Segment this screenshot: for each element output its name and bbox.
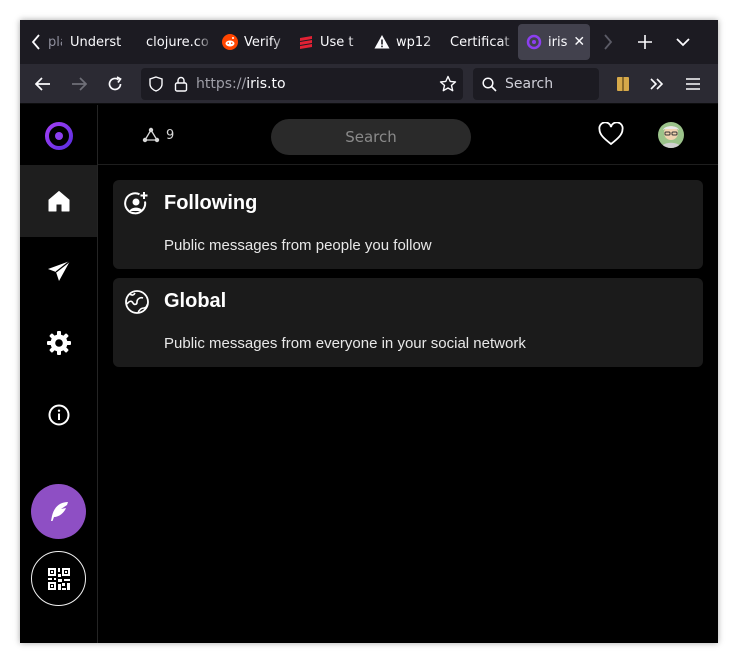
user-plus-circle-icon (124, 191, 150, 217)
overflow-menu-button[interactable] (644, 72, 670, 96)
settings-icon (46, 331, 71, 355)
url-host: iris.to (246, 76, 286, 92)
tab-3[interactable]: Verify (214, 24, 290, 60)
new-post-button[interactable] (31, 484, 86, 539)
tab-4[interactable]: Use t (290, 24, 366, 60)
app-search-placeholder: Search (345, 128, 397, 146)
tab-0[interactable]: pla (48, 24, 62, 60)
navigation-toolbar: https://iris.to Search (20, 64, 718, 104)
feather-icon (50, 501, 68, 521)
layers-icon (298, 34, 314, 50)
back-arrow-icon (35, 76, 50, 91)
tab-2[interactable]: clojure.co (138, 24, 214, 60)
tab-1[interactable]: Underst (62, 24, 138, 60)
chevron-down-icon (676, 38, 690, 47)
feed-title: Global (164, 290, 227, 312)
tab-5[interactable]: wp12 (366, 24, 442, 60)
extension-book-icon (617, 77, 629, 91)
plus-icon (638, 35, 652, 49)
double-chevron-right-icon (650, 78, 664, 90)
forward-arrow-icon (72, 76, 87, 91)
sidebar-item-messages[interactable] (20, 235, 97, 307)
sidebar-item-settings[interactable] (20, 307, 97, 379)
app-top-bar: 9 Search (98, 105, 718, 165)
peers-network-icon (142, 127, 160, 143)
heart-icon (598, 121, 624, 146)
close-tab-icon[interactable]: ✕ (573, 34, 585, 50)
feed-card-following[interactable]: Following Public messages from people yo… (113, 180, 703, 269)
sidebar (20, 105, 98, 643)
send-icon (47, 260, 70, 281)
browser-search-box[interactable]: Search (473, 68, 599, 100)
feed-description: Public messages from everyone in your so… (164, 335, 526, 352)
tab-scroll-right-button[interactable] (590, 20, 626, 64)
iris-logo-icon[interactable] (43, 120, 75, 152)
peer-count-value: 9 (166, 127, 175, 143)
app-search-input[interactable]: Search (271, 119, 471, 155)
tab-iris-active[interactable]: iris ✕ (518, 24, 590, 60)
back-button[interactable] (25, 68, 61, 100)
globe-icon (124, 289, 150, 315)
tab-6[interactable]: Certificat (442, 24, 518, 60)
tab-label: Underst (70, 34, 122, 50)
reload-button[interactable] (97, 68, 133, 100)
qr-code-button[interactable] (31, 551, 86, 606)
lock-icon[interactable] (174, 76, 188, 92)
peer-count[interactable]: 9 (142, 127, 174, 143)
home-icon (48, 191, 69, 212)
tab-label: pla (48, 34, 62, 50)
iris-app: 9 Search Following Public messages from … (20, 105, 718, 643)
tab-label: iris (548, 34, 568, 50)
url-text[interactable]: https://iris.to (196, 76, 286, 92)
sidebar-item-home[interactable] (20, 165, 97, 237)
search-placeholder: Search (505, 76, 554, 92)
reddit-icon (222, 34, 238, 50)
forward-button[interactable] (61, 68, 97, 100)
sidebar-item-about[interactable] (20, 379, 97, 451)
notifications-heart-button[interactable] (598, 121, 624, 150)
tab-bar: pla Underst clojure.co Verify Use t wp12 (20, 20, 718, 64)
app-menu-button[interactable] (680, 72, 706, 96)
warning-icon (374, 34, 390, 50)
url-bar[interactable]: https://iris.to (141, 68, 463, 100)
extension-button[interactable] (610, 72, 636, 96)
reload-icon (108, 75, 122, 90)
info-icon (48, 404, 69, 426)
browser-window: pla Underst clojure.co Verify Use t wp12 (20, 20, 718, 643)
new-tab-button[interactable] (626, 20, 664, 64)
feed-card-global[interactable]: Global Public messages from everyone in … (113, 278, 703, 367)
qr-code-icon (47, 567, 70, 590)
shield-icon[interactable] (148, 76, 164, 92)
list-all-tabs-button[interactable] (664, 20, 702, 64)
avatar[interactable] (658, 122, 684, 148)
search-icon (482, 76, 497, 92)
url-scheme: https:// (196, 76, 247, 92)
iris-logo-icon (526, 34, 542, 50)
feed-description: Public messages from people you follow (164, 237, 432, 254)
bookmark-star-icon[interactable] (439, 75, 457, 93)
feed-title: Following (164, 192, 258, 214)
hamburger-icon (686, 78, 700, 90)
